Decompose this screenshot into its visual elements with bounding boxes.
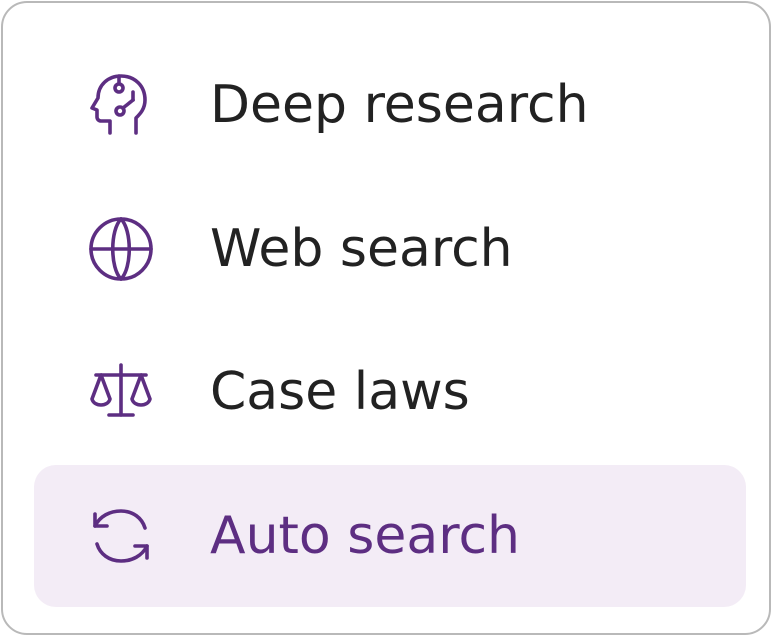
menu-item-label: Auto search xyxy=(210,506,520,566)
menu-item-case-laws[interactable]: Case laws xyxy=(34,321,746,463)
menu-item-web-search[interactable]: Web search xyxy=(34,178,746,320)
menu-item-auto-search[interactable]: Auto search xyxy=(34,465,746,607)
scales-icon xyxy=(86,357,156,427)
refresh-arrows-icon xyxy=(86,501,156,571)
globe-icon xyxy=(86,214,156,284)
menu-item-label: Case laws xyxy=(210,362,470,422)
menu-item-label: Deep research xyxy=(210,75,589,135)
menu-item-label: Web search xyxy=(210,219,513,279)
search-mode-menu: Deep research Web search Case laws Auto … xyxy=(1,1,771,635)
brain-head-icon xyxy=(86,70,156,140)
menu-item-deep-research[interactable]: Deep research xyxy=(34,34,746,176)
